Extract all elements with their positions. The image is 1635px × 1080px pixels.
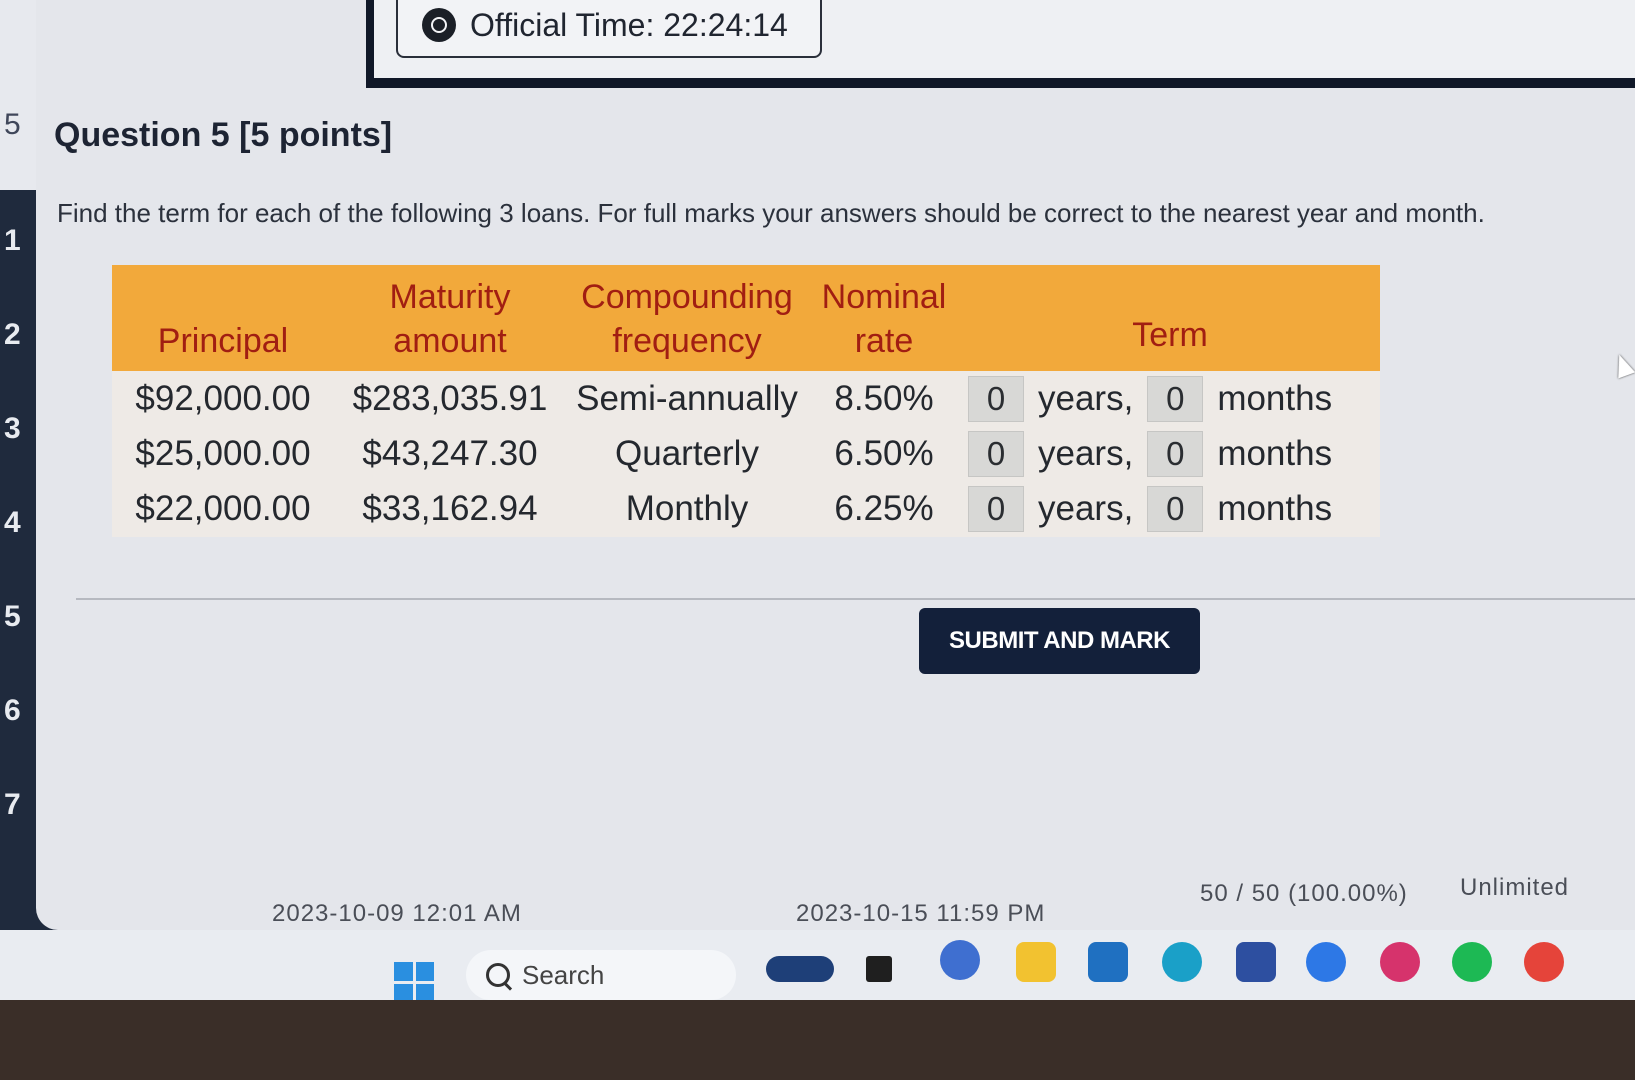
- months-label: months: [1217, 489, 1333, 529]
- header-nominal-rate: Nominal rate: [821, 278, 947, 360]
- months-label: months: [1217, 378, 1333, 418]
- years-input[interactable]: 0: [968, 375, 1024, 422]
- windows-start-icon[interactable]: [394, 962, 434, 1002]
- cell-frequency: Monthly: [625, 489, 749, 529]
- widget-icon[interactable]: [766, 956, 834, 982]
- nav-item-6[interactable]: 6: [4, 694, 21, 728]
- mail-icon[interactable]: [1088, 942, 1128, 982]
- years-label: years,: [1038, 433, 1134, 473]
- cell-principal: $92,000.00: [135, 378, 311, 418]
- cell-maturity: $283,035.91: [352, 378, 548, 418]
- question-instruction: Find the term for each of the following …: [57, 198, 1485, 228]
- meet-chat-icon[interactable]: [940, 940, 980, 980]
- status-due-date: 2023-10-15 11:59 PM: [796, 900, 1046, 927]
- search-icon: [486, 963, 510, 987]
- nav-item-1[interactable]: 1: [4, 224, 21, 258]
- monitor-bezel: [0, 1000, 1635, 1080]
- task-view-icon[interactable]: [866, 956, 892, 982]
- cell-frequency: Quarterly: [615, 433, 759, 473]
- nav-item-4[interactable]: 4: [4, 506, 21, 540]
- official-time-box: Official Time: 22:24:14: [396, 0, 822, 58]
- header-compounding: Compounding frequency: [581, 278, 793, 360]
- years-label: years,: [1038, 378, 1134, 418]
- store-icon[interactable]: [1236, 942, 1276, 982]
- months-input[interactable]: 0: [1147, 375, 1204, 422]
- nav-item-3[interactable]: 3: [4, 412, 21, 446]
- cell-principal: $22,000.00: [135, 489, 311, 529]
- cell-term: 0 years, 0 months: [960, 371, 1380, 426]
- cell-principal: $25,000.00: [135, 433, 311, 473]
- cell-rate: 6.50%: [834, 433, 934, 473]
- table-row: $22,000.00 $33,162.94 Monthly 6.25% 0 ye…: [112, 482, 1380, 537]
- chrome-icon[interactable]: [1524, 942, 1564, 982]
- edge-browser-icon[interactable]: [1162, 942, 1202, 982]
- submit-and-mark-button[interactable]: SUBMIT AND MARK: [919, 608, 1200, 674]
- nav-item-2[interactable]: 2: [4, 318, 21, 352]
- loan-table: Principal Maturity amount Compounding freq…: [112, 265, 1380, 537]
- table-row: $25,000.00 $43,247.30 Quarterly 6.50% 0 …: [112, 426, 1380, 481]
- cell-maturity: $33,162.94: [362, 489, 538, 529]
- status-attempts: Unlimited: [1460, 874, 1570, 901]
- nav-item-5-partial[interactable]: 5: [4, 108, 21, 142]
- nav-item-7[interactable]: 7: [4, 788, 21, 822]
- header-term: Term: [1132, 316, 1208, 354]
- header-maturity: Maturity amount: [389, 278, 511, 360]
- section-divider: [76, 598, 1635, 600]
- cell-rate: 8.50%: [834, 378, 934, 418]
- wps-office-icon[interactable]: [1380, 942, 1420, 982]
- cell-frequency: Semi-annually: [576, 378, 798, 418]
- nav-item-5[interactable]: 5: [4, 600, 21, 634]
- zoom-icon[interactable]: [1306, 942, 1346, 982]
- question-title: Question 5 [5 points]: [54, 116, 393, 154]
- years-input[interactable]: 0: [968, 486, 1024, 533]
- official-time-label: Official Time: 22:24:14: [470, 6, 788, 43]
- cell-rate: 6.25%: [834, 489, 934, 529]
- years-label: years,: [1038, 489, 1134, 529]
- spotify-icon[interactable]: [1452, 942, 1492, 982]
- file-explorer-icon[interactable]: [1016, 942, 1056, 982]
- status-open-date: 2023-10-09 12:01 AM: [272, 900, 522, 927]
- cell-maturity: $43,247.30: [362, 433, 538, 473]
- status-score: 50 / 50 (100.00%): [1200, 880, 1408, 907]
- cell-term: 0 years, 0 months: [960, 426, 1380, 481]
- clock-icon: [422, 8, 456, 42]
- header-principal: Principal: [157, 322, 289, 360]
- taskbar-search-label: Search: [522, 959, 605, 990]
- years-input[interactable]: 0: [968, 430, 1024, 477]
- table-header-row: Principal Maturity amount Compounding freq…: [112, 265, 1380, 371]
- months-input[interactable]: 0: [1147, 430, 1204, 477]
- taskbar-search[interactable]: Search: [466, 950, 736, 1000]
- months-input[interactable]: 0: [1147, 486, 1204, 533]
- table-row: $92,000.00 $283,035.91 Semi-annually 8.5…: [112, 371, 1380, 426]
- months-label: months: [1217, 433, 1333, 473]
- cell-term: 0 years, 0 months: [960, 482, 1380, 537]
